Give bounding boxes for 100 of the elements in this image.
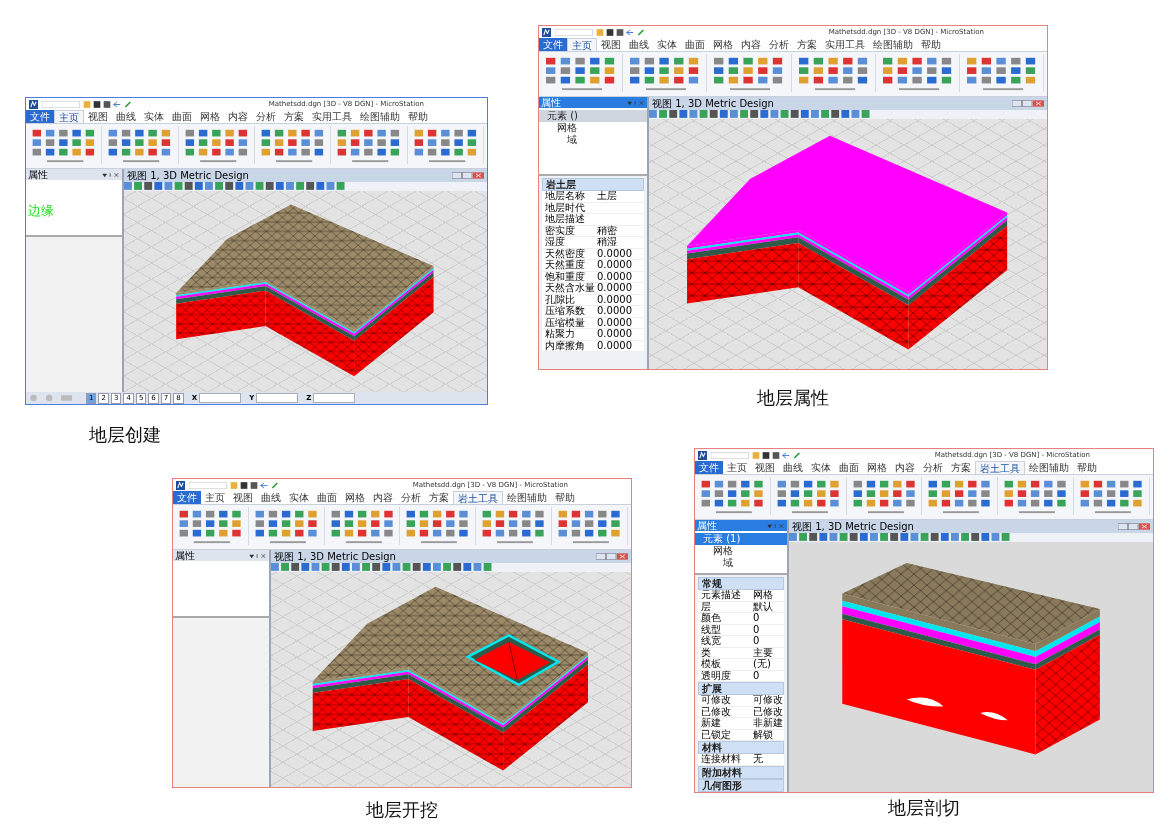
ribbon-tab[interactable]: 分析 bbox=[252, 110, 280, 123]
ribbon-tab[interactable]: 分析 bbox=[919, 461, 947, 474]
ribbon-tab[interactable]: 方案 bbox=[793, 38, 821, 51]
property-value: 0.0000 bbox=[597, 283, 632, 294]
ribbon-tab[interactable]: 实用工具 bbox=[821, 38, 869, 51]
ribbon-tab[interactable]: 绘图辅助 bbox=[869, 38, 917, 51]
view-title: 视图 1, 3D Metric Design bbox=[652, 97, 774, 110]
ribbon-tab[interactable]: 网格 bbox=[709, 38, 737, 51]
ribbon-tab[interactable]: 曲线 bbox=[779, 461, 807, 474]
coordinate-field[interactable] bbox=[256, 393, 299, 403]
property-value: 0 bbox=[753, 636, 760, 647]
ribbon-tab[interactable]: 帮助 bbox=[917, 38, 945, 51]
ribbon-tab[interactable]: 分析 bbox=[397, 491, 425, 504]
ribbon-tab[interactable]: 主页 bbox=[201, 491, 229, 504]
property-label: 透明度 bbox=[700, 670, 732, 681]
ribbon-tab[interactable]: 方案 bbox=[280, 110, 308, 123]
coordinate-field[interactable] bbox=[313, 393, 356, 403]
ribbon-tab[interactable]: 绘图辅助 bbox=[503, 491, 551, 504]
ribbon-tab[interactable]: 曲面 bbox=[835, 461, 863, 474]
ribbon-tab[interactable]: 曲线 bbox=[257, 491, 285, 504]
view-toolbar-icon[interactable] bbox=[124, 182, 487, 191]
section-header[interactable]: 常规 bbox=[698, 577, 784, 590]
property-label: 地层名称 bbox=[544, 191, 586, 202]
ribbon-tab[interactable]: 网格 bbox=[863, 461, 891, 474]
ribbon-tab[interactable]: 网格 bbox=[196, 110, 224, 123]
ribbon-tab[interactable]: 主页 bbox=[54, 110, 84, 123]
panel-title: 属性 bbox=[541, 97, 561, 108]
ribbon-tab[interactable]: 内容 bbox=[891, 461, 919, 474]
ribbon-tab[interactable]: 绘图辅助 bbox=[356, 110, 404, 123]
section-header[interactable]: 材料 bbox=[698, 741, 784, 754]
ribbon-tab[interactable]: 主页 bbox=[723, 461, 751, 474]
ribbon-tab[interactable]: 文件 bbox=[26, 110, 54, 123]
view-toolbar-icon[interactable] bbox=[649, 110, 1047, 119]
window-controls-icon[interactable] bbox=[596, 553, 628, 560]
tree-item[interactable]: 元素 (1) bbox=[695, 533, 787, 545]
ribbon-tab[interactable]: 内容 bbox=[369, 491, 397, 504]
ribbon-tab[interactable]: 视图 bbox=[751, 461, 779, 474]
ribbon-tab[interactable]: 文件 bbox=[173, 491, 201, 504]
property-value: 0 bbox=[753, 624, 760, 635]
panel-title: 属性 bbox=[175, 550, 195, 561]
view-title: 视图 1, 3D Metric Design bbox=[127, 169, 249, 182]
property-label: 颜色 bbox=[700, 613, 722, 624]
tree-item[interactable]: 域 bbox=[539, 134, 647, 146]
ribbon-tab[interactable]: 帮助 bbox=[551, 491, 579, 504]
property-value: 稍密 bbox=[597, 225, 617, 236]
property-value: 土层 bbox=[597, 191, 617, 202]
ribbon-tab[interactable]: 曲面 bbox=[313, 491, 341, 504]
tree-item[interactable]: 元素 () bbox=[539, 110, 647, 122]
ribbon-tab[interactable]: 主页 bbox=[567, 38, 597, 51]
property-value: 0.0000 bbox=[597, 294, 632, 305]
ribbon-tab[interactable]: 文件 bbox=[695, 461, 723, 474]
property-label: 饱和重度 bbox=[544, 271, 586, 282]
ribbon-tab[interactable]: 实体 bbox=[653, 38, 681, 51]
tree-item[interactable]: 网格 bbox=[539, 122, 647, 134]
section-header[interactable]: 岩土层 bbox=[542, 178, 644, 191]
ribbon-tab[interactable]: 网格 bbox=[341, 491, 369, 504]
property-label: 地层时代 bbox=[544, 202, 586, 213]
ribbon-tab[interactable]: 曲线 bbox=[625, 38, 653, 51]
property-label: 模板 bbox=[700, 659, 721, 670]
property-label: 内摩擦角 bbox=[544, 340, 586, 351]
ribbon-tab[interactable]: 岩土工具 bbox=[975, 461, 1025, 474]
ribbon-tab[interactable]: 内容 bbox=[737, 38, 765, 51]
figure-caption: 地层创建 bbox=[89, 423, 162, 447]
ribbon-tab[interactable]: 文件 bbox=[539, 38, 567, 51]
tree-item[interactable]: 域 bbox=[695, 557, 787, 569]
view-toolbar-icon[interactable] bbox=[271, 563, 631, 572]
window-controls-icon[interactable] bbox=[1118, 523, 1150, 530]
property-label: 密实度 bbox=[544, 225, 576, 236]
ribbon-tab[interactable]: 曲面 bbox=[168, 110, 196, 123]
panel-controls-icon[interactable] bbox=[249, 552, 267, 559]
coordinate-field[interactable] bbox=[199, 393, 242, 403]
section-header[interactable]: 扩展 bbox=[698, 682, 784, 695]
panel-title: 属性 bbox=[28, 169, 48, 180]
property-value: 已修改 bbox=[753, 706, 783, 717]
window-controls-icon[interactable] bbox=[1012, 100, 1044, 107]
ribbon-tab[interactable]: 实体 bbox=[140, 110, 168, 123]
ribbon-tab[interactable]: 曲面 bbox=[681, 38, 709, 51]
property-label: 压缩系数 bbox=[544, 306, 586, 317]
ribbon-tab[interactable]: 方案 bbox=[947, 461, 975, 474]
window-controls-icon[interactable] bbox=[452, 172, 484, 179]
ribbon-tab[interactable]: 实体 bbox=[285, 491, 313, 504]
ribbon-tab[interactable]: 视图 bbox=[229, 491, 257, 504]
ribbon-tab[interactable]: 分析 bbox=[765, 38, 793, 51]
ribbon-tab[interactable]: 绘图辅助 bbox=[1025, 461, 1073, 474]
ribbon-tab[interactable]: 视图 bbox=[84, 110, 112, 123]
ribbon-tab[interactable]: 曲线 bbox=[112, 110, 140, 123]
ribbon-tab[interactable]: 帮助 bbox=[404, 110, 432, 123]
view-toolbar-icon[interactable] bbox=[789, 533, 1153, 542]
ribbon-tab[interactable]: 岩土工具 bbox=[453, 491, 503, 504]
ribbon-tab[interactable]: 实用工具 bbox=[308, 110, 356, 123]
ribbon-tab[interactable]: 视图 bbox=[597, 38, 625, 51]
panel-controls-icon[interactable] bbox=[102, 171, 120, 178]
ribbon-tab[interactable]: 方案 bbox=[425, 491, 453, 504]
property-label: 线宽 bbox=[700, 636, 722, 647]
ribbon-tab[interactable]: 内容 bbox=[224, 110, 252, 123]
property-value: 0.0000 bbox=[597, 329, 632, 340]
ribbon-tab[interactable]: 帮助 bbox=[1073, 461, 1101, 474]
ribbon-tab[interactable]: 实体 bbox=[807, 461, 835, 474]
tree-item[interactable]: 网格 bbox=[695, 545, 787, 557]
property-value: 0 bbox=[753, 613, 760, 624]
